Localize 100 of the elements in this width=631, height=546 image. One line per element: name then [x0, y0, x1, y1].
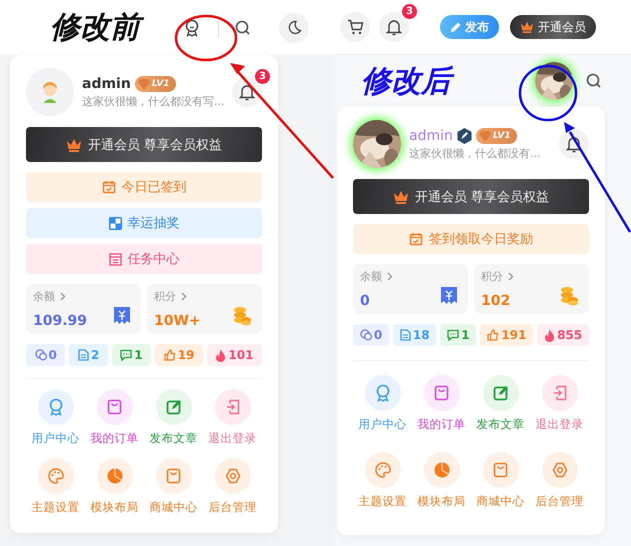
badge-icon	[374, 384, 390, 402]
thumbs-up-icon	[487, 329, 500, 341]
document-icon	[78, 349, 89, 361]
stat-chip: 1	[440, 324, 476, 346]
vip-banner-button[interactable]: 开通会员 尊享会员权益	[26, 127, 262, 162]
stat-chip: 0	[26, 344, 66, 366]
card-label: 积分	[481, 269, 503, 284]
action-button[interactable]: 签到领取今日奖励	[353, 224, 589, 254]
gear-icon	[552, 462, 568, 478]
menu-item[interactable]: 主题设置	[353, 452, 412, 509]
menu-item[interactable]: 模块布局	[85, 458, 144, 515]
balance-card[interactable]: 余额 109.99	[26, 284, 141, 334]
edit-icon	[492, 385, 508, 401]
grid-icon	[108, 216, 122, 230]
wallet-icon	[440, 286, 458, 306]
palette-icon	[374, 462, 390, 478]
flame-icon	[215, 348, 226, 362]
card-label: 积分	[154, 289, 176, 304]
gear-icon	[224, 468, 240, 484]
user-icon[interactable]	[184, 18, 200, 36]
stat-chip: 191	[480, 324, 534, 346]
user-bio: 这家伙很懒，什么都没有写...	[82, 94, 224, 108]
user-name: admin	[409, 128, 453, 144]
caption: 修改后	[361, 62, 457, 100]
cart-icon	[346, 19, 364, 35]
bag-icon	[166, 468, 181, 484]
card-label: 余额	[360, 269, 382, 284]
chat-icon	[120, 349, 132, 361]
points-card[interactable]: 积分 10W+	[147, 284, 262, 334]
sign-out-icon	[225, 399, 240, 415]
palette-icon	[48, 468, 64, 484]
balance-value: 109.99	[33, 313, 88, 329]
list-icon	[108, 252, 122, 266]
stat-chip: 2	[69, 344, 108, 366]
search-icon[interactable]	[586, 73, 602, 89]
menu-item[interactable]: 主题设置	[26, 458, 85, 515]
menu-item[interactable]: 后台管理	[530, 452, 589, 509]
menu-item[interactable]: 用户中心	[26, 389, 85, 446]
bag-icon	[107, 399, 122, 415]
menu-item[interactable]: 退出登录	[530, 375, 589, 432]
balance-card[interactable]: 余额 0	[353, 264, 468, 314]
thumbs-up-icon	[164, 349, 176, 361]
crown-icon	[66, 138, 82, 152]
pencil-icon	[450, 22, 461, 32]
notification-button[interactable]	[559, 129, 589, 159]
points-card[interactable]: 积分 102	[474, 264, 589, 314]
menu-item[interactable]: 退出登录	[203, 389, 262, 446]
vip-button[interactable]: 开通会员	[510, 15, 596, 39]
annotation-circle	[174, 14, 238, 62]
publish-button[interactable]: 发布	[440, 15, 499, 39]
comments-icon	[34, 349, 47, 361]
chevron-icon	[387, 272, 393, 281]
menu-item[interactable]: 模块布局	[412, 452, 471, 509]
coins-icon	[232, 306, 252, 326]
stat-chip: 0	[353, 324, 390, 346]
level-badge: LV1	[476, 128, 517, 144]
bag-icon	[434, 385, 449, 401]
coins-icon	[559, 286, 579, 306]
vip-banner-button[interactable]: 开通会员 尊享会员权益	[353, 179, 589, 214]
menu-item[interactable]: 后台管理	[203, 458, 262, 515]
crown-icon	[520, 21, 534, 33]
chevron-icon	[508, 272, 514, 281]
chevron-icon	[60, 292, 66, 301]
stat-chip: 1	[112, 344, 152, 366]
moon-icon	[286, 20, 302, 35]
action-button[interactable]: 任务中心	[26, 244, 262, 274]
pie-chart-icon	[106, 468, 122, 484]
wallet-icon	[113, 306, 131, 326]
card-label: 余额	[33, 289, 55, 304]
stat-chip: 855	[537, 324, 589, 346]
document-icon	[400, 329, 411, 341]
badge-icon	[48, 398, 64, 416]
menu-item[interactable]: 用户中心	[353, 375, 412, 432]
stat-chip: 101	[206, 344, 262, 366]
chevron-icon	[181, 292, 187, 301]
bell-icon	[566, 136, 582, 152]
chat-icon	[447, 329, 460, 341]
action-button[interactable]: 幸运抽奖	[26, 208, 262, 238]
avatar-icon	[26, 68, 74, 116]
dark-mode-button[interactable]	[279, 12, 309, 42]
stat-chip: 18	[393, 324, 436, 346]
menu-item[interactable]: 商城中心	[471, 452, 530, 509]
user-bio: 这家伙很懒，什么都没有...	[409, 146, 542, 160]
notification-badge: 3	[402, 4, 417, 19]
verified-icon	[456, 128, 472, 144]
points-value: 10W+	[154, 313, 201, 329]
menu-item[interactable]: 商城中心	[144, 458, 203, 515]
menu-item[interactable]: 发布文章	[471, 375, 530, 432]
menu-item[interactable]: 我的订单	[412, 375, 471, 432]
points-value: 102	[481, 293, 510, 309]
annotation-circle	[518, 64, 578, 122]
menu-item[interactable]: 发布文章	[144, 389, 203, 446]
edit-icon	[166, 399, 182, 415]
cart-button[interactable]	[340, 12, 370, 42]
bell-icon	[239, 84, 255, 100]
menu-item[interactable]: 我的订单	[85, 389, 144, 446]
level-badge: LV1	[134, 76, 176, 92]
search-icon[interactable]	[235, 20, 251, 36]
user-name: admin	[82, 76, 131, 92]
action-button[interactable]: 今日已签到	[26, 172, 262, 202]
